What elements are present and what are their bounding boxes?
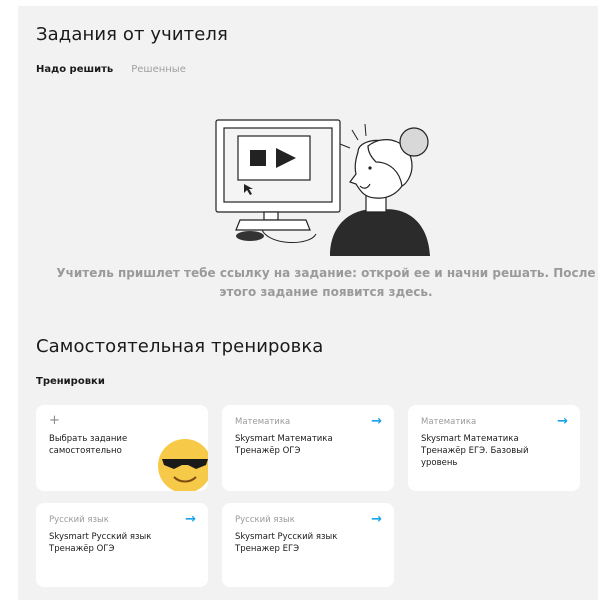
card-title: Выбрать задание самостоятельно <box>49 434 128 456</box>
math-ege-base-card[interactable]: Математика → Skysmart Математика Тренажё… <box>408 405 580 491</box>
card-title: Skysmart Русский язык Тренажёр ОГЭ <box>49 532 152 554</box>
trainings-subheading: Тренировки <box>36 376 105 387</box>
card-title: Skysmart Математика Тренажёр ОГЭ <box>235 434 333 456</box>
arrow-right-icon[interactable]: → <box>185 512 196 527</box>
choose-task-card[interactable]: + Выбрать задание самостоятельно <box>36 405 208 491</box>
arrow-right-icon[interactable]: → <box>557 414 568 429</box>
card-subject: Математика <box>235 417 291 427</box>
plus-icon: + <box>49 413 60 428</box>
card-subject: Русский язык <box>49 515 109 525</box>
self-training-title: Самостоятельная тренировка <box>36 336 324 357</box>
card-subject: Русский язык <box>235 515 295 525</box>
empty-state-text: Учитель пришлет тебе ссылку на задание: … <box>56 266 596 299</box>
russian-ege-card[interactable]: Русский язык → Skysmart Русский язык Тре… <box>222 503 394 587</box>
tasks-panel: Задания от учителя Надо решить Решенные <box>18 6 598 600</box>
sunglasses-emoji-icon <box>158 439 208 491</box>
tab-solved[interactable]: Решенные <box>131 64 186 75</box>
russian-oge-card[interactable]: Русский язык → Skysmart Русский язык Тре… <box>36 503 208 587</box>
teacher-tasks-title: Задания от учителя <box>36 24 228 45</box>
card-subject: Математика <box>421 417 477 427</box>
tasks-tabs: Надо решить Решенные <box>36 64 186 75</box>
arrow-right-icon[interactable]: → <box>371 414 382 429</box>
card-title: Skysmart Русский язык Тренажер ЕГЭ <box>235 532 338 554</box>
math-oge-card[interactable]: Математика → Skysmart Математика Тренажё… <box>222 405 394 491</box>
tab-to-solve[interactable]: Надо решить <box>36 64 113 75</box>
card-title: Skysmart Математика Тренажёр ЕГЭ. Базовы… <box>421 434 529 468</box>
arrow-right-icon[interactable]: → <box>371 512 382 527</box>
empty-state-illustration <box>215 119 430 256</box>
